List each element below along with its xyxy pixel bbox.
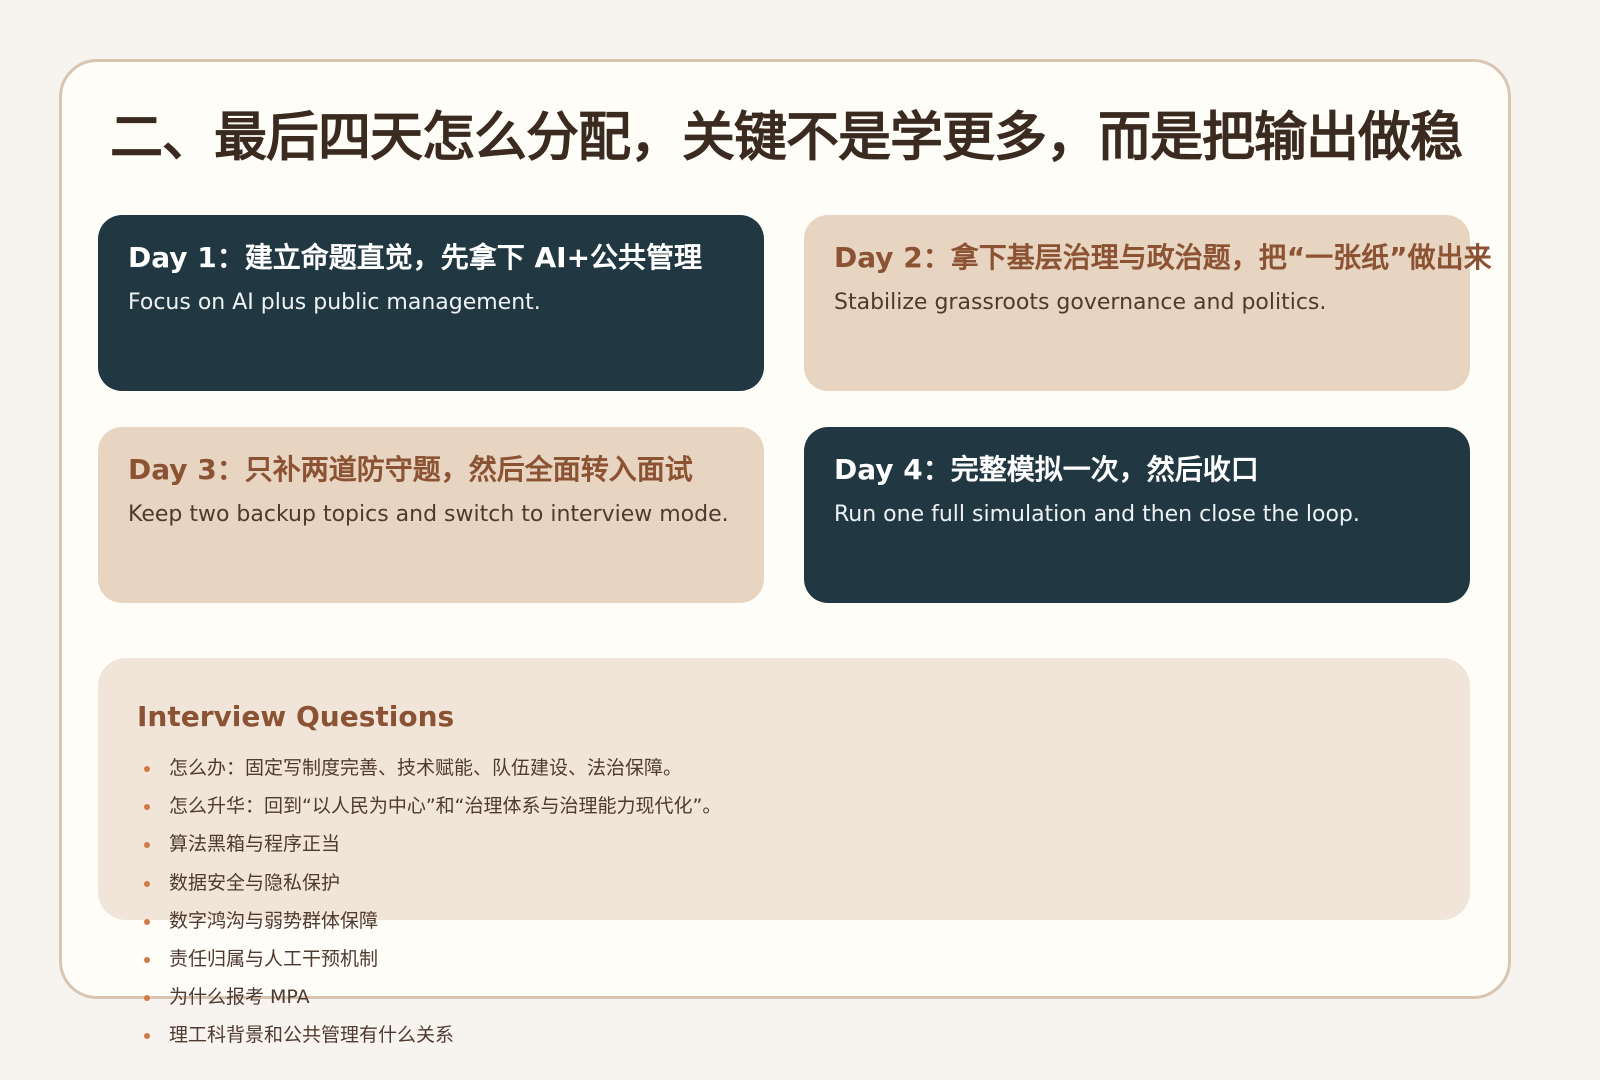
bullet-dot-icon — [144, 1033, 150, 1040]
day-4-description: Run one full simulation and then close t… — [834, 502, 1360, 527]
interview-question-text: 理工科背景和公共管理有什么关系 — [169, 1024, 455, 1047]
bullet-dot-icon — [144, 804, 150, 811]
interview-questions-title: Interview Questions — [137, 700, 455, 733]
day-3-card: Day 3：只补两道防守题，然后全面转入面试 Keep two backup t… — [98, 427, 764, 603]
day-2-card: Day 2：拿下基层治理与政治题，把“一张纸”做出来 Stabilize gra… — [804, 215, 1492, 391]
bullet-dot-icon — [144, 956, 150, 963]
day-2-description: Stabilize grassroots governance and poli… — [834, 290, 1327, 315]
interview-questions-list: 怎么办：固定写制度完善、技术赋能、队伍建设、法治保障。 怎么升华：回到“以人民为… — [144, 751, 721, 1057]
day-4-title: Day 4：完整模拟一次，然后收口 — [834, 453, 1259, 486]
interview-question-item: 算法黑箱与程序正当 — [144, 827, 721, 865]
page-title: 二、最后四天怎么分配，关键不是学更多，而是把输出做稳 — [110, 107, 1463, 168]
interview-question-text: 数字鸿沟与弱势群体保障 — [169, 909, 379, 932]
day-1-title: Day 1：建立命题直觉，先拿下 AI+公共管理 — [128, 241, 703, 274]
interview-question-text: 怎么办：固定写制度完善、技术赋能、队伍建设、法治保障。 — [169, 757, 683, 779]
interview-question-item: 为什么报考 MPA — [144, 980, 721, 1018]
interview-question-item: 怎么升华：回到“以人民为中心”和“治理体系与治理能力现代化”。 — [144, 789, 721, 827]
day-3-description: Keep two backup topics and switch to int… — [128, 502, 729, 527]
bullet-dot-icon — [144, 766, 150, 772]
interview-question-text: 为什么报考 MPA — [169, 986, 310, 1009]
interview-question-item: 数字鸿沟与弱势群体保障 — [144, 904, 721, 942]
day-3-title: Day 3：只补两道防守题，然后全面转入面试 — [128, 453, 693, 486]
day-1-description: Focus on AI plus public management. — [128, 290, 541, 315]
interview-question-item: 怎么办：固定写制度完善、技术赋能、队伍建设、法治保障。 — [144, 751, 721, 789]
bullet-dot-icon — [144, 842, 150, 849]
day-2-title: Day 2：拿下基层治理与政治题，把“一张纸”做出来 — [834, 241, 1492, 274]
interview-question-item: 责任归属与人工干预机制 — [144, 942, 721, 980]
bullet-dot-icon — [144, 918, 150, 925]
interview-question-text: 算法黑箱与程序正当 — [169, 833, 341, 856]
day-4-card: Day 4：完整模拟一次，然后收口 Run one full simulatio… — [804, 427, 1470, 603]
interview-question-item: 理工科背景和公共管理有什么关系 — [144, 1018, 721, 1056]
interview-question-item: 数据安全与隐私保护 — [144, 866, 721, 904]
day-1-card: Day 1：建立命题直觉，先拿下 AI+公共管理 Focus on AI plu… — [98, 215, 764, 391]
bullet-dot-icon — [144, 995, 150, 1002]
bullet-dot-icon — [144, 880, 150, 887]
interview-question-text: 数据安全与隐私保护 — [169, 871, 341, 894]
interview-question-text: 责任归属与人工干预机制 — [169, 947, 379, 970]
interview-question-text: 怎么升华：回到“以人民为中心”和“治理体系与治理能力现代化”。 — [169, 795, 722, 818]
